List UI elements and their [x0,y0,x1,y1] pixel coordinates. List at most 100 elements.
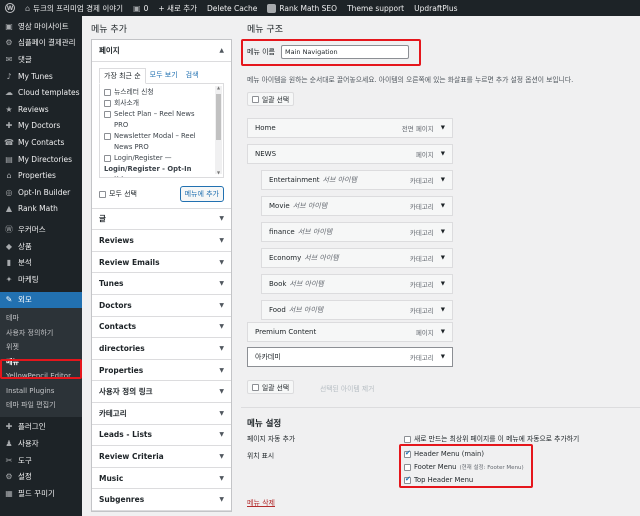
sidebar-item[interactable]: Ⓦ 우커머스 [0,221,82,238]
menu-item-row[interactable]: NEWS 페이지 ▼ [247,144,453,164]
tab-most-recent[interactable]: 가장 최근 순 [99,67,146,84]
accordion-header[interactable]: Music ▼ [92,468,231,490]
site-name-link[interactable]: ⌂ 듀크의 프리미엄 경제 이야기 [20,0,128,16]
rank-math-link[interactable]: Rank Math SEO [262,0,342,16]
chevron-down-icon[interactable]: ▼ [441,125,445,131]
tab-search[interactable]: 검색 [182,68,203,83]
page-checklist-item[interactable]: 뉴스레터 신청 [104,87,209,98]
page-checklist-item[interactable]: Select Plan – Reel News PRO [104,109,209,131]
menu-item-row[interactable]: Movie 서브 아이템 카테고리 ▼ [261,196,453,216]
chevron-down-icon[interactable]: ▼ [441,307,445,313]
accordion-header[interactable]: 카테고리 ▼ [92,403,231,425]
add-to-menu-button[interactable]: 메뉴에 추가 [179,185,224,202]
sidebar-item-label: My Tunes [18,71,53,81]
sidebar-item[interactable]: ♪ My Tunes [0,68,82,85]
accordion-pages[interactable]: 페이지 ▲ [92,40,231,62]
menu-item-row[interactable]: Home 전면 페이지 ▼ [247,118,453,138]
bulk-select-bottom[interactable]: 일괄 선택 [247,380,295,394]
submenu-item[interactable]: 위젯 [0,340,82,355]
accordion-header[interactable]: Reviews ▼ [92,230,231,252]
theme-support-link[interactable]: Theme support [342,0,409,16]
accordion-header[interactable]: 사용자 정의 링크 ▼ [92,381,231,403]
wp-logo-button[interactable]: W [0,0,20,16]
sidebar-item[interactable]: ✎ 외모 [0,291,82,309]
checklist-scrollbar[interactable]: ▲ ▼ [215,85,222,175]
sidebar-item[interactable]: ★ Reviews [0,101,82,118]
page-checkbox[interactable] [104,132,111,140]
chevron-down-icon[interactable]: ▼ [441,281,445,287]
auto-add-checkbox[interactable] [404,435,411,443]
accordion-header[interactable]: Tunes ▼ [92,273,231,295]
sidebar-item[interactable]: ▦ 필드 꾸미기 [0,485,82,502]
sidebar-item[interactable]: ▲ Rank Math [0,201,82,218]
menu-item-row[interactable]: Economy 서브 아이템 카테고리 ▼ [261,248,453,268]
accordion-header[interactable]: 글 ▼ [92,209,231,231]
sidebar-item[interactable]: ▤ My Directories [0,151,82,168]
menu-item-row[interactable]: 아카데미 카테고리 ▼ [247,347,453,367]
submenu-item[interactable]: Install Plugins [0,384,82,399]
delete-menu-link[interactable]: 메뉴 삭제 [247,498,275,508]
accordion-header[interactable]: Review Emails ▼ [92,252,231,274]
submenu-item[interactable]: 테마 파일 편집기 [0,398,82,413]
page-checkbox[interactable] [104,154,111,162]
accordion-label: Review Criteria [99,451,164,461]
chevron-down-icon[interactable]: ▼ [441,229,445,235]
sidebar-item[interactable]: ✉ 댓글 [0,51,82,68]
sidebar-item-label: 우커머스 [18,224,46,234]
bulk-select-top[interactable]: 일괄 선택 [247,92,295,106]
auto-add-option[interactable]: 새로 만드는 최상위 페이지를 이 메뉴에 자동으로 추가하기 [404,433,579,443]
accordion-header[interactable]: Doctors ▼ [92,295,231,317]
delete-cache-link[interactable]: Delete Cache [202,0,262,16]
chevron-down-icon[interactable]: ▼ [441,255,445,261]
accordion-header[interactable]: Review Criteria ▼ [92,446,231,468]
page-checklist-item[interactable]: 회사소개 [104,98,209,109]
chevron-down-icon[interactable]: ▼ [441,354,445,360]
page-checklist-item[interactable]: Login/Register — [104,153,209,164]
sidebar-item[interactable]: ◎ Opt-In Builder [0,184,82,201]
page-checkbox[interactable] [104,110,111,118]
new-content-link[interactable]: + 새로 추가 [153,0,202,16]
sidebar-item[interactable]: ✚ 플러그인 [0,419,82,436]
select-all-checkbox[interactable]: 모두 선택 [99,189,137,199]
sidebar-item[interactable]: ☁ Cloud templates [0,84,82,101]
chevron-down-icon[interactable]: ▼ [441,329,445,335]
sidebar-item[interactable]: ▮ 분석 [0,254,82,271]
accordion-header[interactable]: Leads - Lists ▼ [92,425,231,447]
submenu-item[interactable]: 테마 [0,311,82,326]
remove-selected-link[interactable]: 선택된 아이템 제거 [320,383,374,393]
accordion-header[interactable]: directories ▼ [92,338,231,360]
sidebar-item-label: Properties [18,171,56,181]
menu-item-row[interactable]: finance 서브 아이템 카테고리 ▼ [261,222,453,242]
menu-item-row[interactable]: Food 서브 아이템 카테고리 ▼ [261,300,453,320]
updraftplus-link[interactable]: UpdraftPlus [409,0,462,16]
sidebar-item[interactable]: ⚙ 심플페이 결제관리 [0,35,82,52]
submenu-item[interactable]: 사용자 정의하기 [0,326,82,341]
tab-view-all[interactable]: 모두 보기 [146,68,182,83]
chevron-down-icon[interactable]: ▼ [441,177,445,183]
comments-link[interactable]: ▣ 0 [128,0,153,16]
sidebar-item[interactable]: ▣ 영삼 마이사이트 [0,18,82,35]
menu-item-row[interactable]: Premium Content 페이지 ▼ [247,322,453,342]
page-title: 뉴스레터 신청 [114,87,154,96]
page-checkbox[interactable] [104,88,111,96]
menu-item-row[interactable]: Book 서브 아이템 카테고리 ▼ [261,274,453,294]
page-checklist-item[interactable]: Newsletter Modal – Reel News PRO [104,131,209,153]
sidebar-item[interactable]: ⌂ Properties [0,167,82,184]
sidebar-item[interactable]: ☎ My Contacts [0,134,82,151]
chevron-down-icon[interactable]: ▼ [441,203,445,209]
sidebar-item[interactable]: ⚙ 설정 [0,468,82,485]
menu-item-row[interactable]: Entertainment 서브 아이템 카테고리 ▼ [261,170,453,190]
sidebar-item[interactable]: ✚ My Doctors [0,118,82,135]
scroll-thumb[interactable] [216,93,221,140]
accordion-header[interactable]: Contacts ▼ [92,317,231,339]
sidebar-item[interactable]: ◆ 상품 [0,238,82,255]
page-checklist-item[interactable]: Login/Register - Opt-In Builder [104,164,209,177]
accordion-header[interactable]: Properties ▼ [92,360,231,382]
accordion-header[interactable]: Subgenres ▼ [92,489,231,511]
chevron-down-icon[interactable]: ▼ [441,151,445,157]
sidebar-item[interactable]: ♟ 사용자 [0,435,82,452]
sidebar-item[interactable]: ✦ 마케팅 [0,271,82,288]
menu-item-title: finance [269,228,295,236]
sidebar-item[interactable]: ✂ 도구 [0,452,82,469]
page-checkbox[interactable] [104,99,111,107]
